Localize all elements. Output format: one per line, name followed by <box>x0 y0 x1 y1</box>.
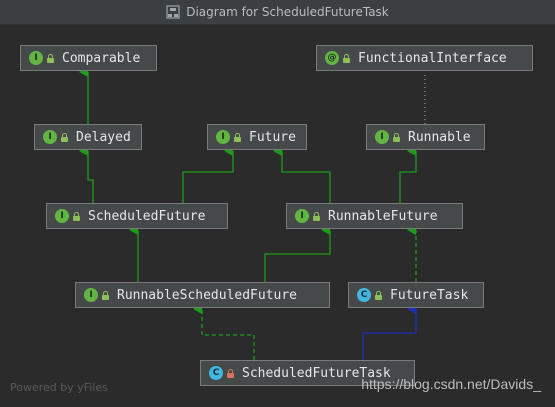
interface-icon: I <box>55 209 69 223</box>
node-runnable-future[interactable]: I RunnableFuture <box>286 203 463 229</box>
node-label: Comparable <box>62 50 141 66</box>
class-icon: C <box>357 288 371 302</box>
window-title: Diagram for ScheduledFutureTask <box>186 5 389 19</box>
node-label: Future <box>249 129 296 145</box>
interface-icon: I <box>84 288 98 302</box>
public-lock-icon <box>313 211 320 221</box>
annotation-icon: @ <box>325 51 339 65</box>
node-label: FutureTask <box>390 287 469 303</box>
public-lock-icon <box>234 132 241 142</box>
node-label: FunctionalInterface <box>358 50 507 66</box>
public-lock-icon <box>61 132 68 142</box>
interface-icon: I <box>43 130 57 144</box>
node-delayed[interactable]: I Delayed <box>34 124 142 150</box>
node-runnable[interactable]: I Runnable <box>366 124 485 150</box>
node-label: Delayed <box>76 129 131 145</box>
diagram-icon <box>166 5 180 19</box>
public-lock-icon <box>73 211 80 221</box>
powered-by-label: Powered by yFiles <box>10 381 108 394</box>
interface-icon: I <box>216 130 230 144</box>
node-future-task[interactable]: C FutureTask <box>348 282 484 308</box>
public-lock-icon <box>102 290 109 300</box>
node-scheduled-future[interactable]: I ScheduledFuture <box>46 203 228 229</box>
node-runnable-scheduled-future[interactable]: I RunnableScheduledFuture <box>75 282 330 308</box>
public-lock-icon <box>375 290 382 300</box>
class-icon: C <box>209 366 223 380</box>
interface-icon: I <box>29 51 43 65</box>
node-future[interactable]: I Future <box>207 124 307 150</box>
private-lock-icon <box>227 368 234 378</box>
public-lock-icon <box>343 53 350 63</box>
public-lock-icon <box>47 53 54 63</box>
public-lock-icon <box>393 132 400 142</box>
node-comparable[interactable]: I Comparable <box>20 45 157 71</box>
interface-icon: I <box>295 209 309 223</box>
window-title-bar: Diagram for ScheduledFutureTask <box>0 0 555 25</box>
node-label: ScheduledFuture <box>88 208 206 224</box>
node-label: RunnableFuture <box>328 208 438 224</box>
interface-icon: I <box>375 130 389 144</box>
watermark-text: https://blog.csdn.net/Davids_ <box>361 376 541 392</box>
node-label: Runnable <box>408 129 471 145</box>
node-functional-interface[interactable]: @ FunctionalInterface <box>316 45 533 71</box>
node-label: RunnableScheduledFuture <box>117 287 298 303</box>
